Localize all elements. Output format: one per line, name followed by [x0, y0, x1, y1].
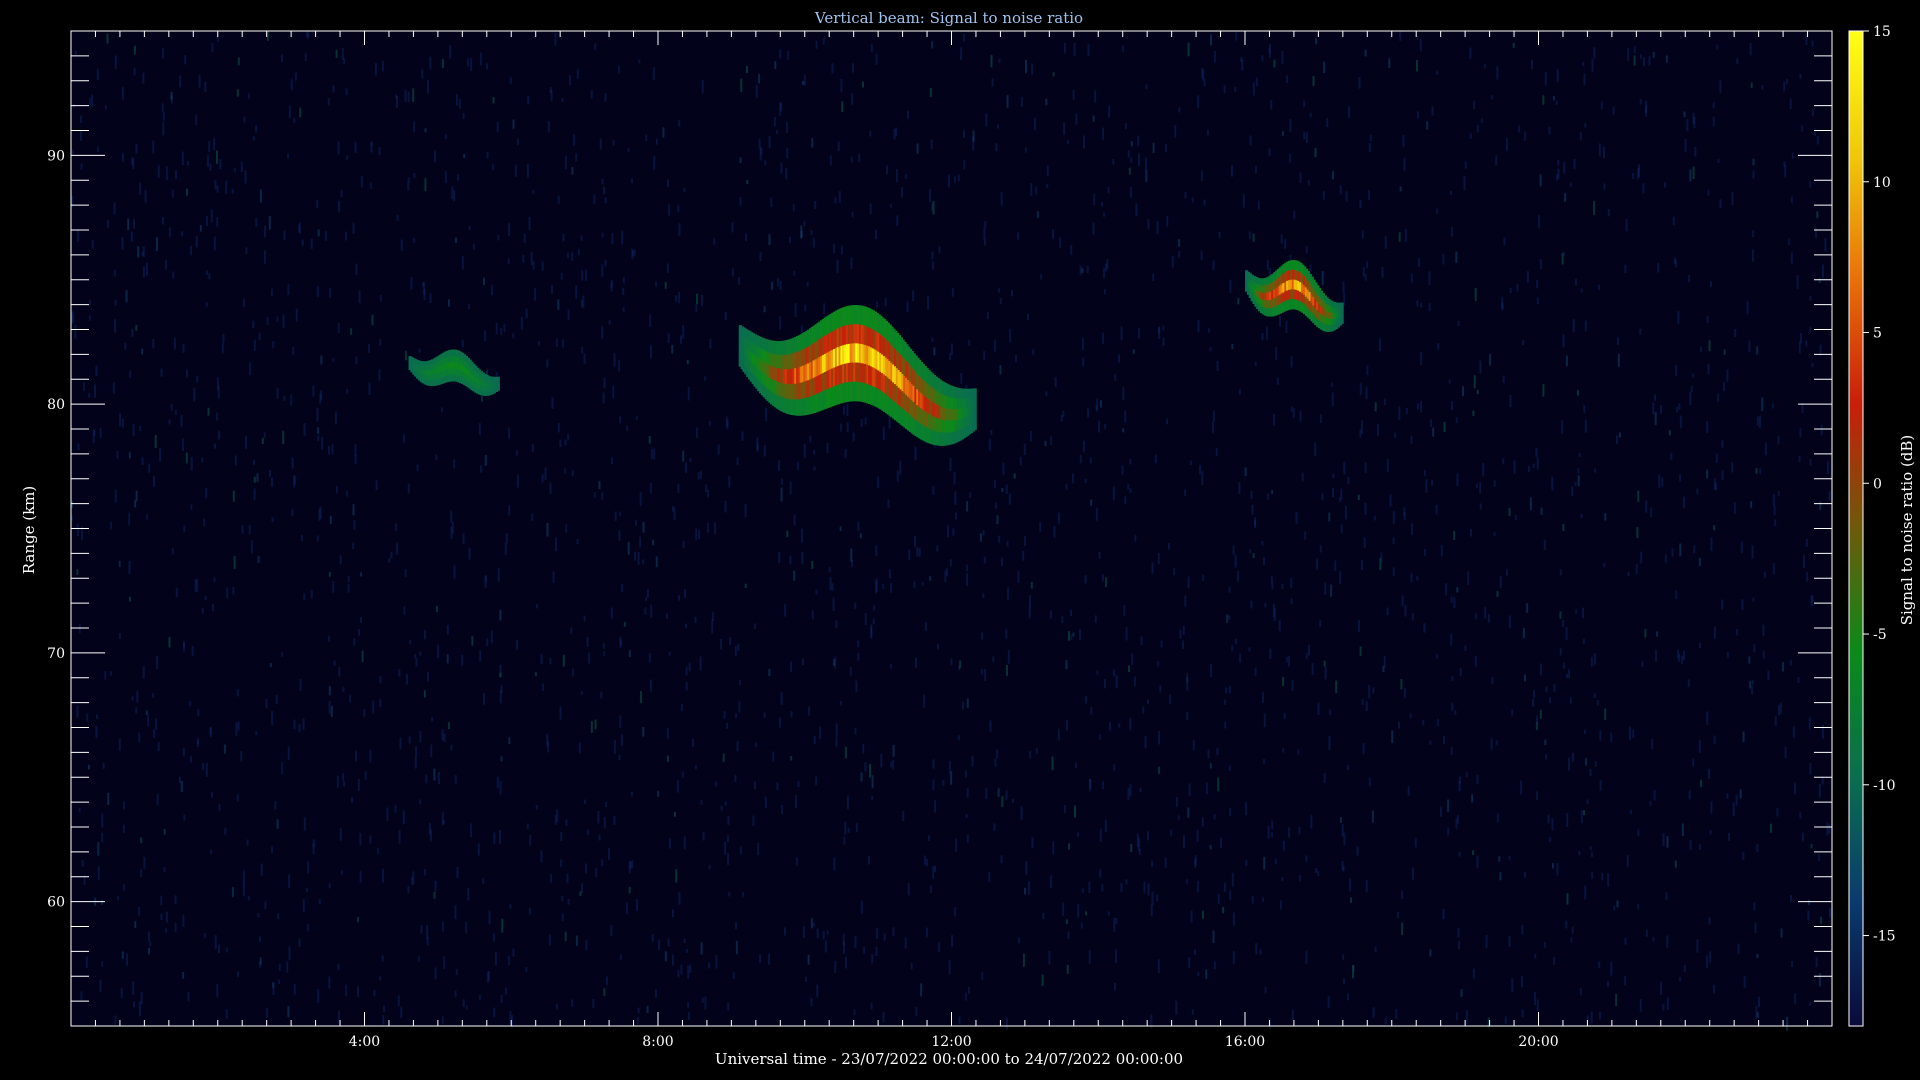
- plot-area: 4:00 8:00 12:00 16:00 20:00 60 70 80 90: [47, 30, 1833, 1050]
- colorbar: 15 10 5 0 -5 -10 -15: [1848, 24, 1896, 1027]
- y-tick-label: 90: [47, 148, 65, 164]
- x-tick-label: 8:00: [642, 1034, 673, 1050]
- colorbar-gradient: [1849, 31, 1863, 1026]
- chart-title: Vertical beam: Signal to noise ratio: [814, 9, 1083, 27]
- x-tick-label: 20:00: [1518, 1034, 1558, 1050]
- colorbar-tick-label: 0: [1873, 476, 1882, 492]
- plot-background: [71, 31, 1832, 1026]
- colorbar-ticks: 15 10 5 0 -5 -10 -15: [1863, 24, 1896, 945]
- y-tick-label: 80: [47, 397, 65, 413]
- colorbar-tick-label: 10: [1873, 175, 1891, 191]
- y-tick-label: 60: [47, 895, 65, 911]
- colorbar-tick-label: 5: [1873, 326, 1882, 342]
- x-tick-label: 16:00: [1225, 1034, 1265, 1050]
- colorbar-tick-label: -10: [1873, 778, 1896, 794]
- y-tick-label: 70: [47, 646, 65, 662]
- colorbar-tick-label: -15: [1873, 929, 1896, 945]
- snr-chart: Vertical beam: Signal to noise ratio 4:0…: [20, 9, 1916, 1068]
- x-tick-label: 4:00: [349, 1034, 380, 1050]
- colorbar-title: Signal to noise ratio (dB): [1898, 435, 1916, 626]
- colorbar-tick-label: 15: [1873, 24, 1891, 40]
- colorbar-tick-label: -5: [1873, 627, 1887, 643]
- y-axis-title: Range (km): [20, 486, 38, 575]
- x-axis-title: Universal time - 23/07/2022 00:00:00 to …: [715, 1050, 1183, 1068]
- x-tick-label: 12:00: [931, 1034, 971, 1050]
